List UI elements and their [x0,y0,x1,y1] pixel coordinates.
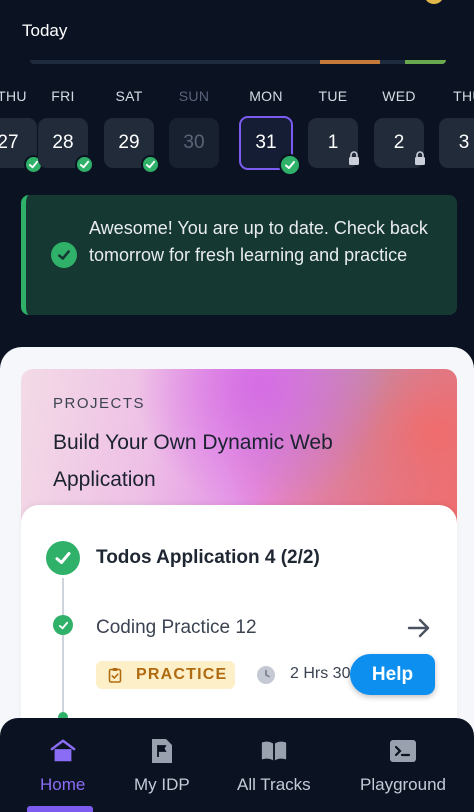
date-number: 2 [393,132,405,153]
active-tab-indicator [27,806,93,812]
day-date[interactable]: 30 [169,118,219,168]
date-number: 29 [118,132,140,153]
project-title: Build Your Own Dynamic Web Application [53,431,333,491]
nav-home[interactable]: Home [40,738,85,795]
day-date[interactable]: 2 [374,118,425,168]
badge-label: PRACTICE [136,666,228,683]
date-number: 1 [327,132,339,153]
day-name: WED [382,88,416,104]
lesson-title[interactable]: Coding Practice 12 [96,617,257,639]
unit-title[interactable]: Todos Application 4 (2/2) [96,547,320,569]
page-title: Today [22,21,68,40]
clock-icon [257,666,275,684]
terminal-icon [389,738,417,764]
date-number: 30 [183,132,205,153]
progress-segment [405,60,446,64]
day-date[interactable]: 28 [38,118,94,174]
project-label: PROJECTS [53,395,146,412]
nav-playground[interactable]: Playground [360,738,446,795]
date-number: 3 [458,132,470,153]
calendar-strip: THU 27 FRI 28 SAT 29 SUN 30 MON 31 TUE 1… [0,88,474,176]
date-number: 27 [0,132,19,153]
home-icon [49,738,77,764]
practice-badge: PRACTICE [96,661,235,689]
nav-label: Playground [360,775,447,794]
check-icon [75,155,94,174]
date-number: 31 [255,132,277,153]
calendar-day[interactable]: FRI 28 [31,88,95,174]
check-circle-icon [51,242,77,268]
day-name: SAT [115,88,143,104]
day-date[interactable]: 29 [104,118,160,174]
day-name: TUE [318,88,348,104]
unit-check-icon [46,541,80,575]
lock-icon [415,151,425,165]
nav-all-tracks[interactable]: All Tracks [237,738,311,795]
calendar-day[interactable]: TUE 1 [301,88,365,168]
nav-my-idp[interactable]: My IDP [134,738,190,795]
flag-document-icon [148,738,176,764]
day-date[interactable]: 3 [439,118,474,168]
date-number: 28 [52,132,74,153]
timeline-line [62,578,64,718]
calendar-day[interactable]: SUN 30 [162,88,226,168]
calendar-day[interactable]: THU 3 [432,88,474,168]
up-to-date-alert: Awesome! You are up to date. Check back … [21,195,457,315]
day-date[interactable]: 1 [308,118,359,168]
nav-label: My IDP [134,775,190,794]
duration-text: 2 Hrs 30 [290,665,351,682]
clipboard-check-icon [108,668,122,683]
progress-strip [30,60,446,64]
lesson-check-icon [53,615,73,635]
status-indicator [424,0,444,4]
nav-label: All Tracks [237,775,311,794]
book-icon [260,738,288,764]
day-date-selected[interactable]: 31 [239,116,301,176]
help-button[interactable]: Help [350,654,435,695]
lock-icon [349,151,359,165]
progress-segment [320,60,380,64]
check-icon [279,154,301,176]
day-name: SUN [178,88,210,104]
arrow-right-icon[interactable] [406,616,432,640]
day-name: FRI [51,88,75,104]
alert-message: Awesome! You are up to date. Check back … [89,218,428,265]
calendar-day[interactable]: SAT 29 [97,88,161,174]
calendar-day-today[interactable]: MON 31 [234,88,301,176]
nav-label: Home [40,775,86,794]
check-icon [141,155,160,174]
day-name: MON [249,88,283,104]
day-name: THU [453,88,474,104]
calendar-day[interactable]: WED 2 [367,88,431,168]
